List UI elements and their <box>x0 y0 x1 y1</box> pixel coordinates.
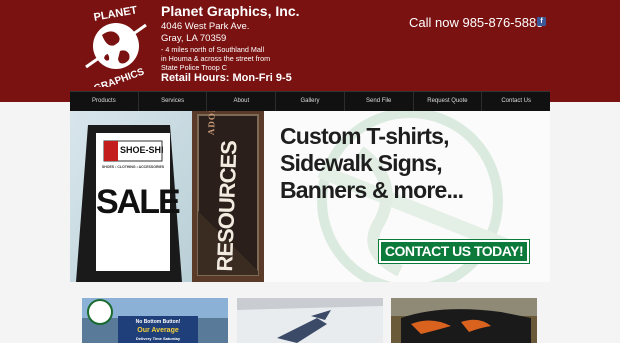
company-name: Planet Graphics, Inc. <box>161 3 300 19</box>
planet-graphics-logo[interactable]: PLANET GRAPHICS <box>76 5 156 87</box>
nav-services[interactable]: Services <box>139 92 208 111</box>
main-nav: Products Services About Gallery Send Fil… <box>70 91 550 111</box>
address-line-1: 4046 West Park Ave. <box>161 21 250 32</box>
directions-line-1: - 4 miles north of Southland Mall <box>161 45 265 54</box>
hero-banner[interactable]: SHOE-SHI SHOES • CLOTHING • ACCESSORIES … <box>70 111 550 282</box>
banner-resources-text: RESOURCES <box>212 140 242 272</box>
nav-request-quote[interactable]: Request Quote <box>414 92 483 111</box>
directions-line-3: State Police Troop C <box>161 63 227 72</box>
retail-hours: Retail Hours: Mon-Fri 9-5 <box>161 72 292 84</box>
nav-gallery[interactable]: Gallery <box>276 92 345 111</box>
facebook-icon[interactable]: f <box>537 17 546 26</box>
nav-about[interactable]: About <box>207 92 277 111</box>
address-line-2: Gray, LA 70359 <box>161 33 227 44</box>
thumb-caption-2: Our Average <box>137 327 179 334</box>
fish-mount-photo <box>237 298 383 343</box>
hero-headline-line-3: Banners & more... <box>280 177 464 203</box>
thumbnail-storefront[interactable]: No Bottom Button! Our Average Delivery T… <box>82 298 228 343</box>
thumb-caption-3: Delivery Time Saturday <box>135 336 181 341</box>
thumb-caption-1: No Bottom Button! <box>135 319 181 325</box>
truck-wrap-photo <box>391 298 537 343</box>
thumbnail-truck-wrap[interactable] <box>391 298 537 343</box>
hero-headline-line-2: Sidewalk Signs, <box>280 150 443 176</box>
svg-text:GRAPHICS: GRAPHICS <box>92 66 146 87</box>
site-header: PLANET GRAPHICS Planet Graphics, Inc. 40… <box>0 0 620 102</box>
contact-us-cta[interactable]: CONTACT US TODAY! <box>378 239 530 264</box>
sign-subtitle: SHOES • CLOTHING • ACCESSORIES <box>101 165 165 169</box>
svg-text:PLANET: PLANET <box>93 5 139 24</box>
sign-sale-text: SALE <box>96 183 181 221</box>
phone-number[interactable]: Call now 985-876-5885 <box>409 15 543 30</box>
thumbnail-fish-mount[interactable] <box>237 298 383 343</box>
nav-send-file[interactable]: Send File <box>345 92 414 111</box>
nav-contact-us[interactable]: Contact Us <box>482 92 550 111</box>
directions-line-2: in Houma & across the street from <box>161 54 271 63</box>
nav-products[interactable]: Products <box>70 92 139 111</box>
banner-top-text: ADORA <box>206 111 218 136</box>
hero-headline-line-1: Custom T-shirts, <box>280 123 449 149</box>
sign-store-name: SHOE-SHI <box>120 145 164 155</box>
